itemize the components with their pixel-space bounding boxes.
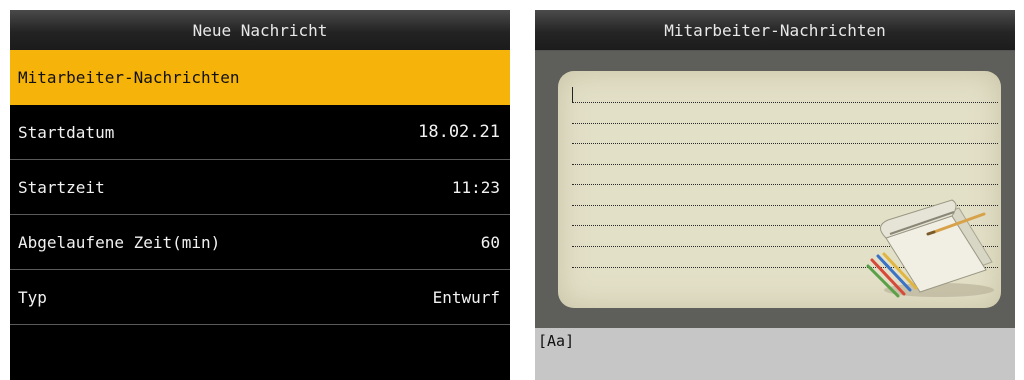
type-value: Entwurf (432, 287, 500, 307)
start-time-value: 11:23 (451, 177, 500, 197)
ruled-line (572, 164, 998, 165)
text-cursor (572, 87, 573, 103)
menu-item-start-date[interactable]: Startdatum 18.02.21 (10, 105, 510, 160)
menu-item-start-time[interactable]: Startzeit 11:23 (10, 160, 510, 215)
note-area (535, 51, 1015, 328)
menu-item-elapsed-time[interactable]: Abgelaufene Zeit(min) 60 (10, 215, 510, 270)
input-bar: [Aa] (535, 328, 1015, 380)
menu-item-label: Startdatum (18, 122, 115, 142)
menu-item-label: Abgelaufene Zeit(min) (18, 232, 221, 252)
start-date-value: 18.02.21 (418, 122, 500, 142)
message-text-area[interactable] (558, 71, 1001, 308)
notepad-pencils-icon (866, 199, 994, 298)
menu-item-employee-messages[interactable]: Mitarbeiter-Nachrichten (10, 50, 510, 105)
menu-item-label: Mitarbeiter-Nachrichten (18, 68, 240, 87)
elapsed-time-value: 60 (480, 232, 500, 252)
menu-item-label: Startzeit (18, 177, 105, 197)
screen-title: Neue Nachricht (10, 10, 510, 51)
input-mode-indicator[interactable]: [Aa] (538, 332, 574, 350)
menu-item-type[interactable]: Typ Entwurf (10, 270, 510, 325)
screen-title: Mitarbeiter-Nachrichten (535, 10, 1015, 51)
ruled-line (572, 123, 998, 124)
ruled-line (572, 102, 998, 103)
ruled-line (572, 184, 998, 185)
ruled-line (572, 143, 998, 144)
menu-item-label: Typ (18, 287, 47, 307)
employee-messages-screen: Mitarbeiter-Nachrichten [Aa] (535, 10, 1015, 380)
new-message-screen: Neue Nachricht Mitarbeiter-Nachrichten S… (10, 10, 510, 380)
